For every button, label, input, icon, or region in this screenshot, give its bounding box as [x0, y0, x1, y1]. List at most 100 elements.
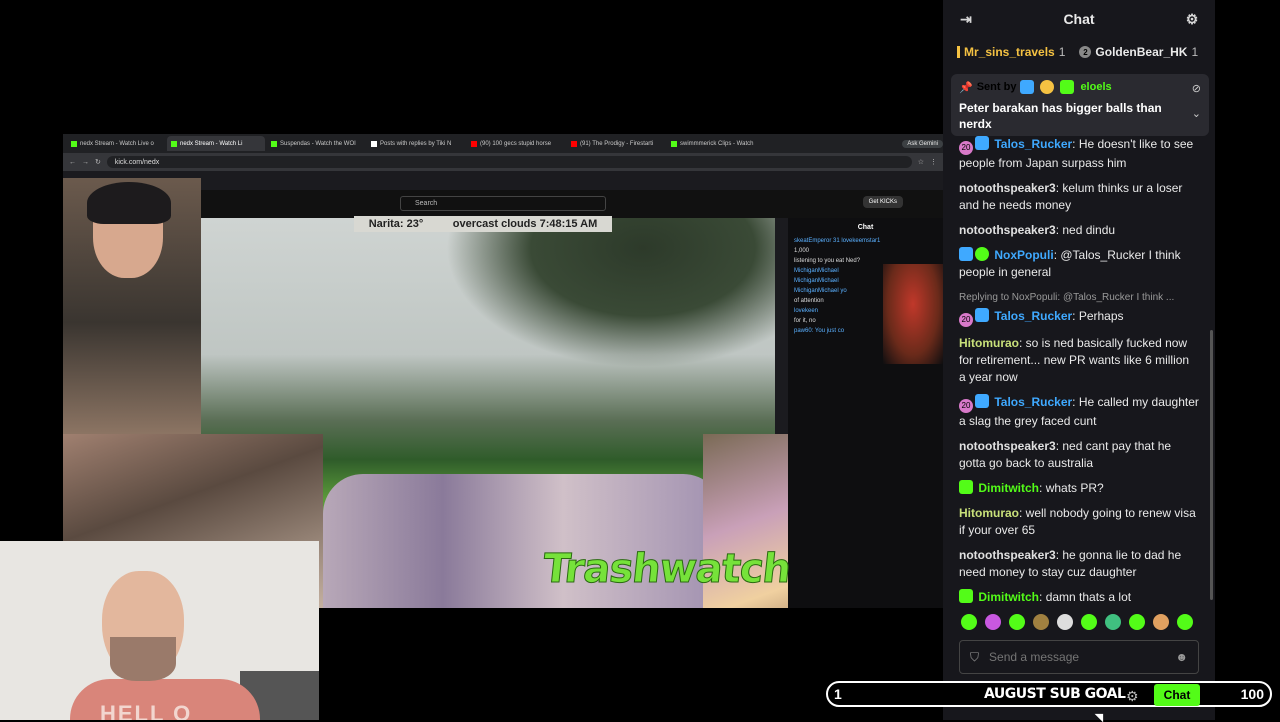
- chat-settings-gear-icon[interactable]: ⚙: [1126, 688, 1139, 705]
- emote-icon[interactable]: [1129, 614, 1145, 630]
- emote-icon[interactable]: [1105, 614, 1121, 630]
- subscriber-badge-icon: 20: [959, 141, 973, 155]
- kick-search-input[interactable]: Search: [400, 196, 606, 211]
- send-chat-button[interactable]: Chat: [1154, 684, 1200, 706]
- leaderboard-entry[interactable]: 2 GoldenBear_HK 1: [1079, 45, 1198, 59]
- chat-message: notoothspeaker3: ned dindu: [959, 223, 1116, 237]
- browser-tab[interactable]: nedx Stream - Watch Li: [167, 136, 265, 151]
- chat-message: Hitomurao: so is ned basically fucked no…: [959, 336, 1190, 384]
- emote-icon[interactable]: [1081, 614, 1097, 630]
- shirt-text: HELL O: [100, 701, 193, 720]
- chat-username[interactable]: Hitomurao: [959, 336, 1019, 350]
- browser-tab[interactable]: (91) The Prodigy - Firestarti: [567, 136, 665, 151]
- sub-goal-current: 1: [834, 686, 842, 702]
- inner-chat-title: Chat: [857, 223, 874, 231]
- gift-leaderboard: Mr_sins_travels 1 2 GoldenBear_HK 1: [943, 38, 1215, 66]
- chat-username[interactable]: Dimitwitch: [978, 590, 1039, 604]
- emote-icon[interactable]: [1057, 614, 1073, 630]
- moderator-badge-icon: [975, 136, 989, 150]
- emoji-picker-icon[interactable]: ☻: [1175, 650, 1188, 664]
- moderator-badge-icon: [1020, 80, 1035, 94]
- youtube-icon: [571, 140, 577, 147]
- chat-header: ⇥ Chat ⚙: [943, 0, 1215, 38]
- chat-username[interactable]: notoothspeaker3: [959, 548, 1056, 562]
- leaderboard-entry[interactable]: Mr_sins_travels 1: [957, 45, 1065, 59]
- trashwatch-logo: Trashwatch: [540, 546, 793, 593]
- chat-message: 20 Talos_Rucker: He called my daughter a…: [959, 394, 1199, 428]
- kick-icon: [71, 140, 77, 147]
- sub-goal-target: 100: [1240, 686, 1264, 702]
- webcam-overlay: HELL O: [0, 541, 319, 720]
- menu-icon[interactable]: ⋮: [930, 158, 937, 166]
- pinned-sender[interactable]: eloels: [1080, 81, 1111, 93]
- emote-icon[interactable]: [961, 614, 977, 630]
- subscriber-badge-icon: 20: [959, 399, 973, 413]
- ask-gemini-button[interactable]: Ask Gemini: [902, 139, 943, 148]
- sub-goal-title: AUGUST SUB GOAL: [984, 686, 1126, 702]
- inner-chat-row: 1,000: [794, 248, 810, 254]
- emote-icon[interactable]: [1153, 614, 1169, 630]
- pin-icon: 📌: [959, 81, 973, 94]
- emote-icon[interactable]: [985, 614, 1001, 630]
- captured-browser-window: nedx Stream - Watch Live o nedx Stream -…: [63, 134, 943, 608]
- emote-icon[interactable]: [1033, 614, 1049, 630]
- emote-icon[interactable]: [1177, 614, 1193, 630]
- chat-username[interactable]: NoxPopuli: [994, 248, 1053, 262]
- chat-scrollbar[interactable]: [1210, 330, 1213, 600]
- moderator-badge-icon: [959, 247, 973, 261]
- rooster-image: [883, 264, 943, 364]
- browser-tab[interactable]: Suspendas - Watch the WOI: [267, 136, 365, 151]
- chat-message-input[interactable]: [989, 650, 1166, 664]
- kick-icon: [671, 140, 677, 147]
- chat-username[interactable]: Talos_Rucker: [994, 395, 1072, 409]
- founder-badge-icon: [1040, 80, 1055, 94]
- verified-badge-icon: [975, 247, 989, 261]
- x-icon: [371, 140, 377, 147]
- get-kicks-button[interactable]: Get KICKs: [862, 196, 903, 208]
- chat-username[interactable]: notoothspeaker3: [959, 439, 1056, 453]
- reload-icon[interactable]: ↻: [95, 158, 101, 166]
- chat-message: NoxPopuli: @Talos_Rucker I think people …: [959, 247, 1181, 279]
- subscriber-badge-icon: 20: [959, 313, 973, 327]
- pinned-message: 📌 Sent by eloels Peter barakan has bigge…: [951, 74, 1209, 136]
- url-field[interactable]: kick.com/nedx: [106, 156, 912, 168]
- chat-username[interactable]: Hitomurao: [959, 506, 1019, 520]
- reply-reference[interactable]: Replying to NoxPopuli: @Talos_Rucker I t…: [959, 289, 1199, 306]
- hide-pin-icon[interactable]: ⊘: [1192, 82, 1201, 95]
- chat-message: Replying to NoxPopuli: @Talos_Rucker I t…: [959, 289, 1199, 327]
- moderator-badge-icon: [975, 308, 989, 322]
- collapse-chat-icon[interactable]: ⇥: [957, 10, 975, 28]
- person-beard: [110, 637, 176, 681]
- rank-marker-icon: [957, 46, 960, 58]
- browser-tab[interactable]: Posts with replies by Tiki N: [367, 136, 465, 151]
- chat-username[interactable]: Talos_Rucker: [994, 309, 1072, 323]
- chevron-down-icon[interactable]: ⌄: [1192, 107, 1201, 120]
- browser-tab[interactable]: (90) 100 gecs stupid horse: [467, 136, 565, 151]
- shield-icon[interactable]: ⛉: [970, 650, 979, 665]
- chat-message-list: 20 Talos_Rucker: He doesn't like to see …: [943, 136, 1215, 614]
- message-input-box: ⛉ ☻: [959, 640, 1199, 674]
- tree-foliage: [445, 218, 775, 368]
- right-black-strip: [1215, 0, 1280, 720]
- youtube-icon: [471, 140, 477, 147]
- chat-username[interactable]: Dimitwitch: [978, 481, 1039, 495]
- bookmark-star-icon[interactable]: ☆: [918, 158, 924, 166]
- chat-username[interactable]: notoothspeaker3: [959, 223, 1056, 237]
- emote-icon[interactable]: [1009, 614, 1025, 630]
- kick-icon: [271, 140, 277, 147]
- rank-badge-icon: 2: [1079, 46, 1092, 58]
- gifter-badge-icon: [959, 480, 973, 494]
- browser-tab[interactable]: swimmmerick Clips - Watch: [667, 136, 765, 151]
- kick-icon: [171, 140, 177, 147]
- chat-username[interactable]: Talos_Rucker: [994, 137, 1072, 151]
- chat-message: Dimitwitch: whats PR?: [959, 480, 1199, 497]
- browser-tab[interactable]: nedx Stream - Watch Live o: [67, 136, 165, 151]
- forward-icon[interactable]: →: [82, 159, 89, 166]
- back-icon[interactable]: ←: [69, 159, 76, 166]
- user-settings-icon[interactable]: ⚙: [1183, 10, 1201, 28]
- pinned-sender-row: 📌 Sent by eloels: [959, 80, 1112, 94]
- chat-username[interactable]: notoothspeaker3: [959, 181, 1056, 195]
- chat-title: Chat: [1063, 11, 1095, 27]
- chat-message: notoothspeaker3: ned cant pay that he go…: [959, 439, 1172, 470]
- stream-video: nedx Stream - Watch Live o nedx Stream -…: [0, 0, 943, 720]
